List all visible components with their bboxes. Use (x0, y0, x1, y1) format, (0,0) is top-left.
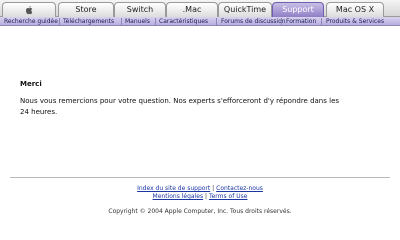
support-subnav: Recherche guidée Téléchargements Manuels… (0, 17, 400, 26)
subnav-divider (121, 18, 122, 25)
subnav-forums[interactable]: Forums de discussion (221, 17, 286, 26)
tab-mac-os-x[interactable]: Mac OS X (326, 2, 384, 17)
subnav-recherche-guidee[interactable]: Recherche guidée (4, 17, 58, 26)
sitemap-link[interactable]: Index du site de support (137, 185, 210, 192)
tab-quicktime[interactable]: QuickTime (218, 2, 272, 17)
link-separator: | (205, 193, 208, 200)
subnav-divider (321, 18, 322, 25)
subnav-caracteristiques[interactable]: Caractéristiques (159, 17, 208, 26)
tab-mac-label: .Mac (182, 5, 202, 14)
link-separator: | (212, 185, 215, 192)
confirmation-message: Nous vous remercions pour votre question… (20, 97, 340, 116)
subnav-divider (216, 18, 217, 25)
tab-switch-label: Switch (126, 5, 154, 14)
terms-link[interactable]: Terms of Use (209, 193, 247, 200)
footer-links-row-1: Index du site de support | Contactez-nou… (0, 185, 400, 193)
subnav-divider (281, 18, 282, 25)
legal-link[interactable]: Mentions légales (153, 193, 204, 200)
copyright-notice: Copyright © 2004 Apple Computer, Inc. To… (108, 208, 292, 215)
apple-logo-icon (25, 6, 32, 15)
subnav-formation[interactable]: Formation (286, 17, 316, 26)
footer-divider (10, 177, 390, 178)
tab-apple[interactable] (2, 2, 56, 17)
footer-links-row-2: Mentions légales | Terms of Use (0, 193, 400, 201)
subnav-divider (155, 18, 156, 25)
subnav-telechargements[interactable]: Téléchargements (63, 17, 114, 26)
tab-store[interactable]: Store (58, 2, 114, 17)
tab-store-label: Store (75, 5, 97, 14)
page-title: Merci (20, 80, 42, 88)
tab-quicktime-label: QuickTime (223, 5, 267, 14)
tab-switch[interactable]: Switch (114, 2, 166, 17)
tab-support[interactable]: Support (272, 2, 324, 17)
top-tab-bar: Store Switch .Mac QuickTime Support Mac … (0, 0, 400, 17)
subnav-produits-services[interactable]: Produits & Services (326, 17, 384, 26)
tab-mac[interactable]: .Mac (166, 2, 218, 17)
subnav-manuels[interactable]: Manuels (125, 17, 150, 26)
tab-support-label: Support (282, 5, 314, 14)
subnav-divider (59, 18, 60, 25)
tab-mac-os-x-label: Mac OS X (335, 5, 375, 14)
contact-link[interactable]: Contactez-nous (216, 185, 263, 192)
